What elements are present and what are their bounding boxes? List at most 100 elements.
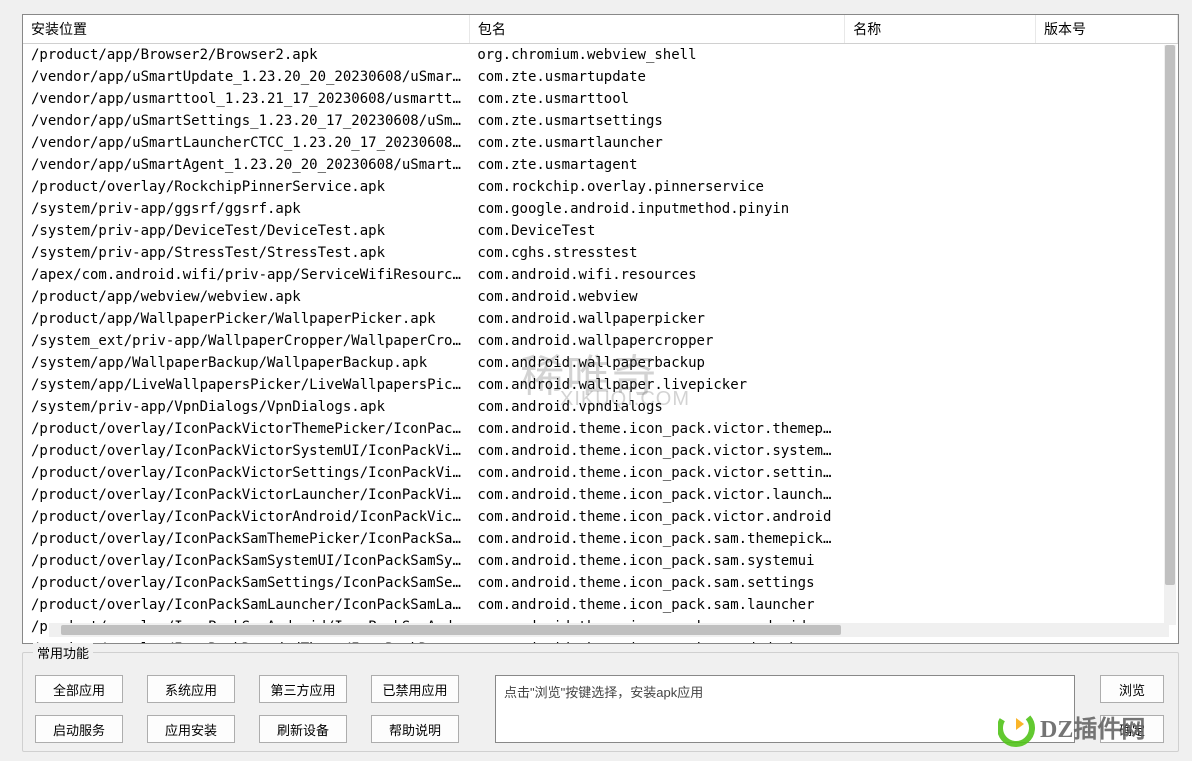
- horizontal-scrollbar-thumb[interactable]: [61, 625, 841, 635]
- cell-name: [845, 550, 1036, 572]
- table-row[interactable]: /apex/com.android.wifi/priv-app/ServiceW…: [23, 264, 1178, 286]
- cell-pkg: com.android.theme.icon_pack.victor.setti…: [469, 462, 844, 484]
- table-row[interactable]: /product/overlay/IconPackVictorSystemUI/…: [23, 440, 1178, 462]
- cell-path: /vendor/app/uSmartUpdate_1.23.20_20_2023…: [23, 66, 469, 88]
- cell-path: /product/overlay/RockchipPinnerService.a…: [23, 176, 469, 198]
- table-row[interactable]: /system/app/WallpaperBackup/WallpaperBac…: [23, 352, 1178, 374]
- cell-pkg: com.cghs.stresstest: [469, 242, 844, 264]
- cell-path: /system/priv-app/ggsrf/ggsrf.apk: [23, 198, 469, 220]
- cell-ver: [1035, 352, 1177, 374]
- start-service-button[interactable]: 启动服务: [35, 715, 123, 743]
- col-header-path[interactable]: 安装位置: [23, 15, 469, 44]
- table-row[interactable]: /product/overlay/RockchipPinnerService.a…: [23, 176, 1178, 198]
- cell-ver: [1035, 220, 1177, 242]
- table-header-row: 安装位置 包名 名称 版本号: [23, 15, 1178, 44]
- cell-pkg: com.android.webview: [469, 286, 844, 308]
- cell-name: [845, 330, 1036, 352]
- disabled-apps-button[interactable]: 已禁用应用: [371, 675, 459, 703]
- confirm-button[interactable]: 确定: [1100, 715, 1164, 743]
- install-path-input[interactable]: 点击"浏览"按键选择，安装apk应用: [495, 675, 1075, 743]
- cell-pkg: com.android.vpndialogs: [469, 396, 844, 418]
- help-button[interactable]: 帮助说明: [371, 715, 459, 743]
- cell-ver: [1035, 418, 1177, 440]
- table-row[interactable]: /product/overlay/IconPackSamThemePicker/…: [23, 528, 1178, 550]
- table-row[interactable]: /system/priv-app/StressTest/StressTest.a…: [23, 242, 1178, 264]
- cell-ver: [1035, 176, 1177, 198]
- cell-pkg: com.android.wallpaperpicker: [469, 308, 844, 330]
- all-apps-button[interactable]: 全部应用: [35, 675, 123, 703]
- table-row[interactable]: /system/app/LiveWallpapersPicker/LiveWal…: [23, 374, 1178, 396]
- cell-path: /vendor/app/uSmartSettings_1.23.20_17_20…: [23, 110, 469, 132]
- table-row[interactable]: /product/overlay/IconPackSamSystemUI/Ico…: [23, 550, 1178, 572]
- cell-pkg: com.android.wallpaperbackup: [469, 352, 844, 374]
- cell-name: [845, 286, 1036, 308]
- cell-name: [845, 242, 1036, 264]
- vertical-scrollbar-thumb[interactable]: [1165, 45, 1175, 585]
- table-row[interactable]: /system/priv-app/ggsrf/ggsrf.apkcom.goog…: [23, 198, 1178, 220]
- cell-name: [845, 220, 1036, 242]
- cell-pkg: com.android.theme.icon_pack.victor.theme…: [469, 418, 844, 440]
- cell-pkg: com.zte.usmartupdate: [469, 66, 844, 88]
- cell-name: [845, 462, 1036, 484]
- table-row[interactable]: /product/overlay/IconPackSamSettings/Ico…: [23, 572, 1178, 594]
- cell-name: [845, 66, 1036, 88]
- table-row[interactable]: /product/app/Browser2/Browser2.apkorg.ch…: [23, 44, 1178, 67]
- app-table-scroll[interactable]: 安装位置 包名 名称 版本号 /product/app/Browser2/Bro…: [23, 15, 1178, 643]
- table-row[interactable]: /product/overlay/IconPackSamLauncher/Ico…: [23, 594, 1178, 616]
- cell-path: /apex/com.android.wifi/priv-app/ServiceW…: [23, 264, 469, 286]
- cell-ver: [1035, 242, 1177, 264]
- cell-path: /system/app/WallpaperBackup/WallpaperBac…: [23, 352, 469, 374]
- cell-path: /product/overlay/IconPackSamSystemUI/Ico…: [23, 550, 469, 572]
- cell-ver: [1035, 506, 1177, 528]
- cell-ver: [1035, 44, 1177, 67]
- cell-name: [845, 308, 1036, 330]
- cell-ver: [1035, 154, 1177, 176]
- table-row[interactable]: /vendor/app/uSmartUpdate_1.23.20_20_2023…: [23, 66, 1178, 88]
- cell-ver: [1035, 330, 1177, 352]
- cell-path: /product/overlay/IconPackVictorSystemUI/…: [23, 440, 469, 462]
- cell-path: /vendor/app/uSmartAgent_1.23.20_20_20230…: [23, 154, 469, 176]
- table-row[interactable]: /system_ext/priv-app/WallpaperCropper/Wa…: [23, 330, 1178, 352]
- cell-path: /system/priv-app/VpnDialogs/VpnDialogs.a…: [23, 396, 469, 418]
- group-label: 常用功能: [33, 643, 93, 662]
- app-table: 安装位置 包名 名称 版本号 /product/app/Browser2/Bro…: [23, 15, 1178, 643]
- col-header-name[interactable]: 名称: [845, 15, 1036, 44]
- cell-name: [845, 110, 1036, 132]
- third-party-button[interactable]: 第三方应用: [259, 675, 347, 703]
- cell-name: [845, 396, 1036, 418]
- table-row[interactable]: /system/priv-app/DeviceTest/DeviceTest.a…: [23, 220, 1178, 242]
- cell-ver: [1035, 528, 1177, 550]
- refresh-device-button[interactable]: 刷新设备: [259, 715, 347, 743]
- vertical-scrollbar[interactable]: [1164, 45, 1176, 625]
- cell-ver: [1035, 572, 1177, 594]
- cell-ver: [1035, 374, 1177, 396]
- cell-name: [845, 528, 1036, 550]
- common-functions-group: 常用功能 全部应用 系统应用 第三方应用 已禁用应用 启动服务 应用安装 刷新设…: [22, 652, 1179, 752]
- table-row[interactable]: /product/overlay/IconPackVictorLauncher/…: [23, 484, 1178, 506]
- cell-name: [845, 418, 1036, 440]
- table-row[interactable]: /vendor/app/uSmartLauncherCTCC_1.23.20_1…: [23, 132, 1178, 154]
- col-header-ver[interactable]: 版本号: [1035, 15, 1177, 44]
- table-row[interactable]: /product/overlay/IconPackVictorThemePick…: [23, 418, 1178, 440]
- table-row[interactable]: /vendor/app/uSmartSettings_1.23.20_17_20…: [23, 110, 1178, 132]
- install-app-button[interactable]: 应用安装: [147, 715, 235, 743]
- horizontal-scrollbar[interactable]: [49, 623, 1169, 637]
- cell-path: /product/app/Browser2/Browser2.apk: [23, 44, 469, 67]
- table-row[interactable]: /product/overlay/IconPackVictorSettings/…: [23, 462, 1178, 484]
- table-row[interactable]: /product/app/WallpaperPicker/WallpaperPi…: [23, 308, 1178, 330]
- cell-path: /product/overlay/IconPackVictorSettings/…: [23, 462, 469, 484]
- browse-button[interactable]: 浏览: [1100, 675, 1164, 703]
- table-row[interactable]: /product/overlay/IconPackRoundedTheme/Ic…: [23, 638, 1178, 643]
- cell-name: [845, 638, 1036, 643]
- table-row[interactable]: /system/priv-app/VpnDialogs/VpnDialogs.a…: [23, 396, 1178, 418]
- cell-ver: [1035, 88, 1177, 110]
- col-header-pkg[interactable]: 包名: [469, 15, 844, 44]
- cell-pkg: com.android.theme.icon_pack.sam.themepic…: [469, 528, 844, 550]
- cell-name: [845, 572, 1036, 594]
- system-apps-button[interactable]: 系统应用: [147, 675, 235, 703]
- table-row[interactable]: /vendor/app/usmarttool_1.23.21_17_202306…: [23, 88, 1178, 110]
- table-row[interactable]: /vendor/app/uSmartAgent_1.23.20_20_20230…: [23, 154, 1178, 176]
- table-row[interactable]: /product/overlay/IconPackVictorAndroid/I…: [23, 506, 1178, 528]
- app-table-container: 安装位置 包名 名称 版本号 /product/app/Browser2/Bro…: [22, 14, 1179, 644]
- table-row[interactable]: /product/app/webview/webview.apkcom.andr…: [23, 286, 1178, 308]
